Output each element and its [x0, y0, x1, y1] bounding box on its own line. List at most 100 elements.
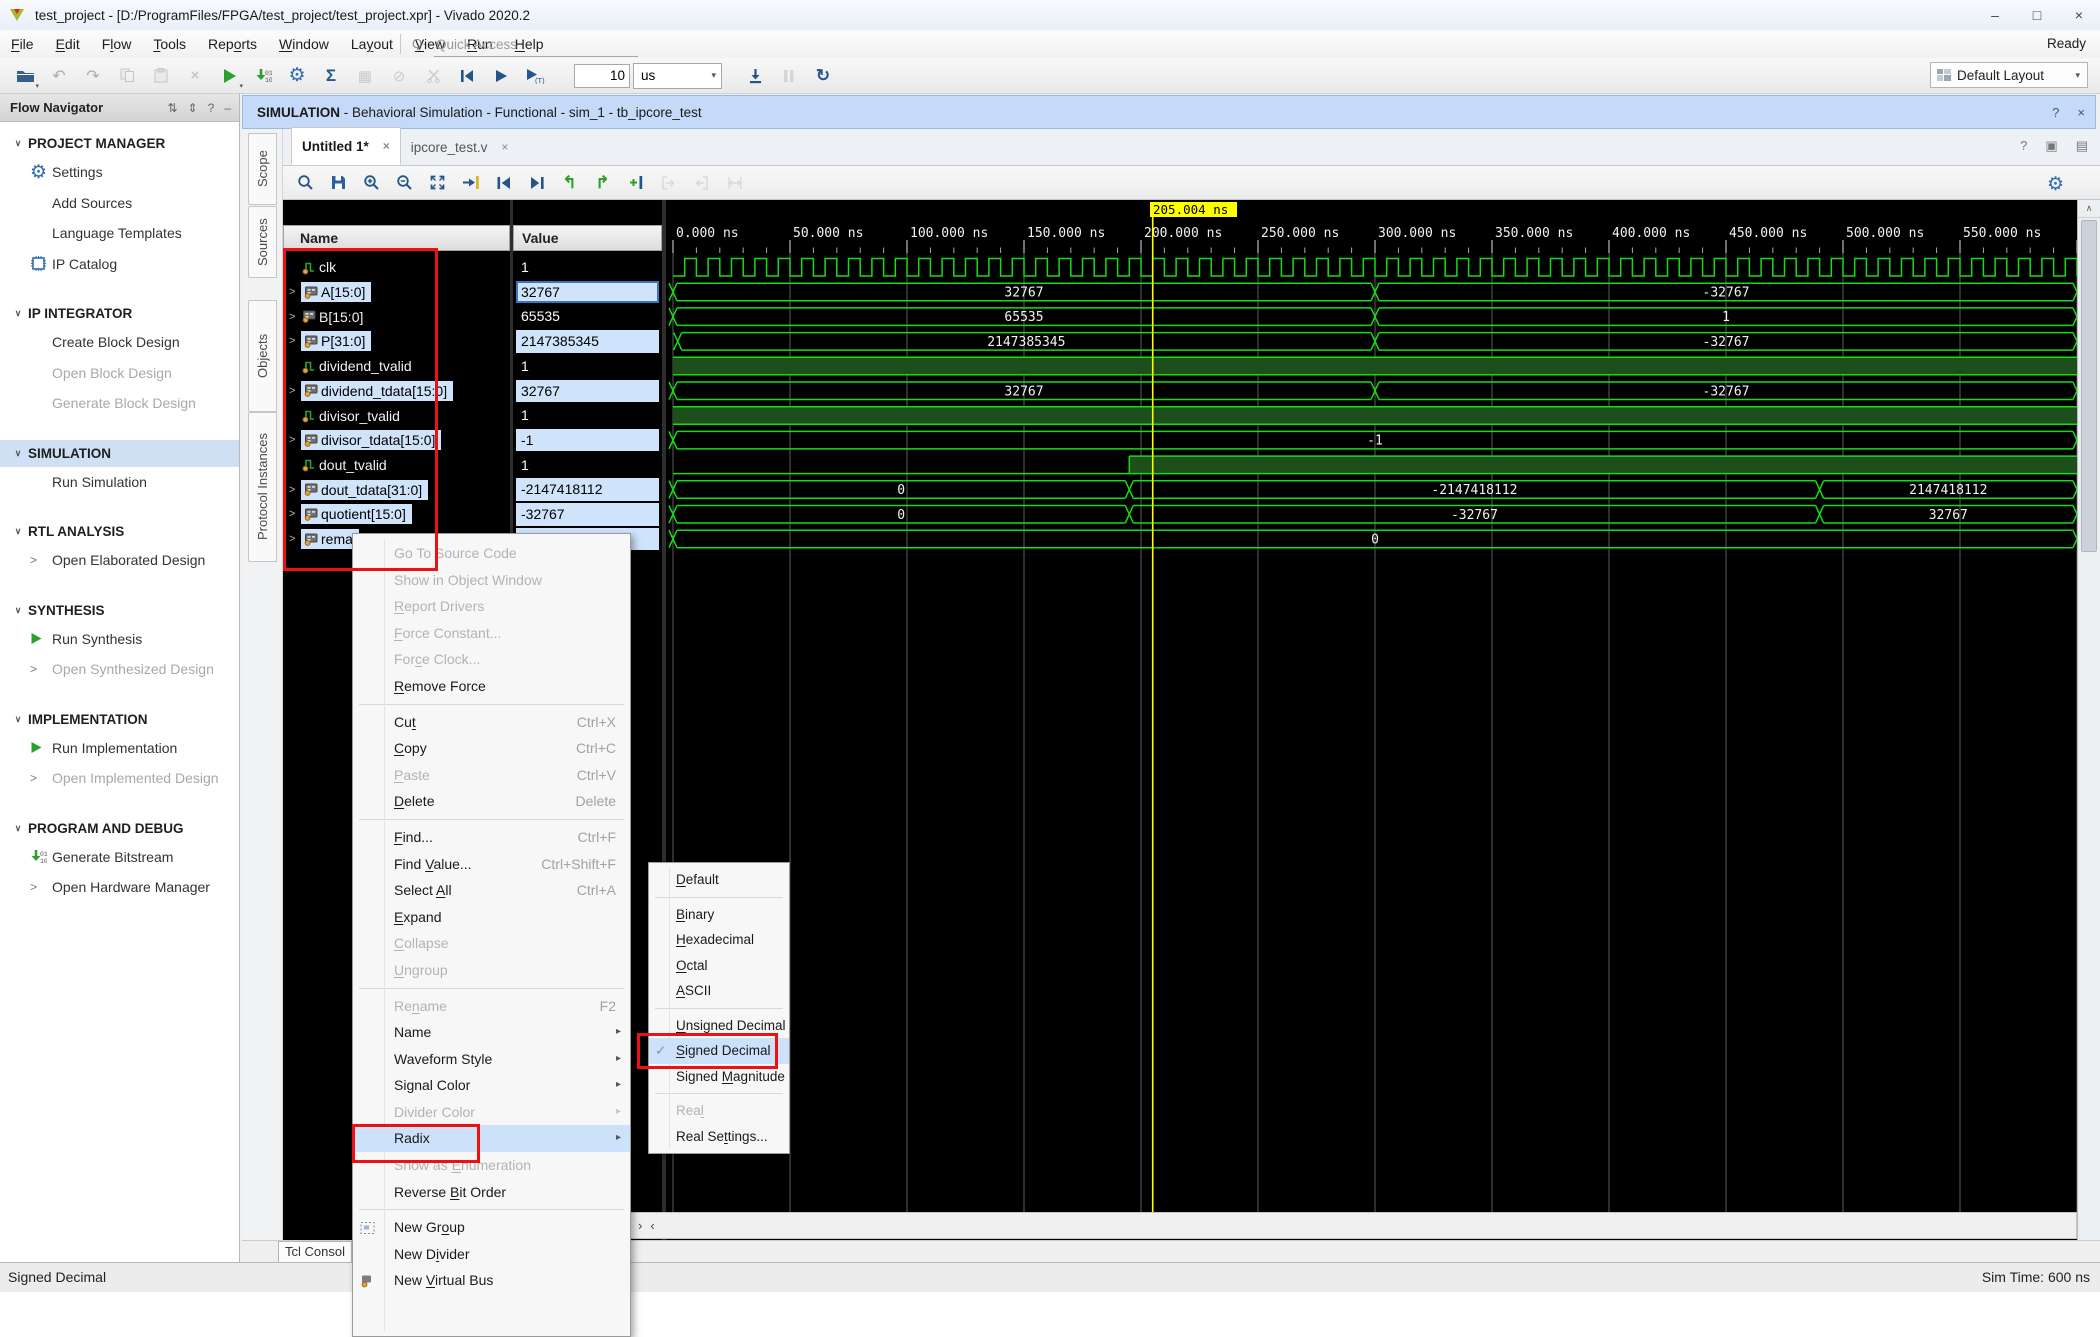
- redo-button[interactable]: ↷: [76, 61, 110, 91]
- signal-row-P-31-0-[interactable]: >P[31:0]: [283, 329, 510, 354]
- menu-item-copy[interactable]: CopyCtrl+C: [353, 735, 630, 762]
- signal-row-dout-tvalid[interactable]: dout_tvalid: [283, 453, 510, 478]
- flow-item-open-implemented-design[interactable]: >Open Implemented Design: [0, 763, 239, 794]
- flow-item-run-implementation[interactable]: Run Implementation: [0, 733, 239, 764]
- menu-item-show-as-enumeration[interactable]: Show as Enumeration: [353, 1152, 630, 1179]
- maximize-icon[interactable]: □: [2016, 0, 2058, 30]
- pause-button[interactable]: [772, 61, 806, 91]
- waveform-settings-button[interactable]: ⚙: [2039, 170, 2072, 198]
- menu-item-signed-magnitude[interactable]: Signed Magnitude: [649, 1064, 789, 1090]
- menu-item-real-settings-[interactable]: Real Settings...: [649, 1124, 789, 1150]
- simulation-time-input[interactable]: [574, 64, 630, 88]
- signal-row-quotient-15-0-[interactable]: >quotient[15:0]: [283, 502, 510, 527]
- flow-section-title[interactable]: ∨SYNTHESIS: [0, 597, 239, 624]
- zoom-fit-button[interactable]: [421, 169, 454, 197]
- menu-item-go-to-source-code[interactable]: Go To Source Code: [353, 540, 630, 567]
- signal-row-divisor-tdata-15-0-[interactable]: >divisor_tdata[15:0]: [283, 428, 510, 453]
- flow-item-open-synthesized-design[interactable]: >Open Synthesized Design: [0, 654, 239, 685]
- chevron-right-icon[interactable]: >: [30, 880, 37, 894]
- menu-item-select-all[interactable]: Select AllCtrl+A: [353, 877, 630, 904]
- menu-item-reverse-bit-order[interactable]: Reverse Bit Order: [353, 1179, 630, 1206]
- close-icon[interactable]: ×: [2058, 0, 2100, 30]
- span-markers-button[interactable]: [718, 169, 751, 197]
- expand-chevron-icon[interactable]: >: [289, 484, 301, 496]
- expand-toggle-icon[interactable]: ⇕: [188, 101, 198, 115]
- zoom-out-button[interactable]: [388, 169, 421, 197]
- restart-simulation-button[interactable]: [450, 61, 484, 91]
- side-tab-protocol-instances[interactable]: Protocol Instances: [248, 412, 277, 562]
- flow-section-title[interactable]: ∨PROGRAM AND DEBUG: [0, 815, 239, 842]
- menu-item-expand[interactable]: Expand: [353, 904, 630, 931]
- report-button[interactable]: Σ: [314, 61, 348, 91]
- menu-item-find-[interactable]: Find...Ctrl+F: [353, 824, 630, 851]
- close-icon[interactable]: ×: [501, 140, 508, 154]
- menu-reports[interactable]: Reports: [197, 30, 268, 58]
- menu-item-cut[interactable]: CutCtrl+X: [353, 709, 630, 736]
- menu-item-find-value-[interactable]: Find Value...Ctrl+Shift+F: [353, 851, 630, 878]
- flow-item-ip-catalog[interactable]: IP Catalog: [0, 249, 239, 280]
- menu-item-signal-color[interactable]: Signal Color▸: [353, 1072, 630, 1099]
- generate-bitstream-button[interactable]: 0110: [246, 61, 280, 91]
- signal-value-cell[interactable]: 1: [516, 404, 659, 427]
- flow-item-generate-bitstream[interactable]: 0110Generate Bitstream: [0, 842, 239, 873]
- side-tab-scope[interactable]: Scope: [248, 133, 277, 205]
- flow-item-run-simulation[interactable]: Run Simulation: [0, 467, 239, 498]
- run-button[interactable]: ▾: [212, 61, 246, 91]
- scroll-right-icon[interactable]: ›: [638, 1218, 642, 1233]
- signal-row-dout-tdata-31-0-[interactable]: >dout_tdata[31:0]: [283, 477, 510, 502]
- menu-item-collapse[interactable]: Collapse: [353, 930, 630, 957]
- menu-item-ungroup[interactable]: Ungroup: [353, 957, 630, 984]
- menu-item-remove-force[interactable]: Remove Force: [353, 673, 630, 700]
- scrollbar-thumb[interactable]: [2081, 220, 2097, 552]
- flow-item-create-block-design[interactable]: Create Block Design: [0, 327, 239, 358]
- menu-layout[interactable]: Layout: [340, 30, 404, 58]
- close-icon[interactable]: ×: [383, 139, 390, 153]
- flow-item-generate-block-design[interactable]: Generate Block Design: [0, 388, 239, 419]
- scroll-left-icon[interactable]: ‹: [650, 1218, 654, 1233]
- help-icon[interactable]: ?: [2052, 105, 2059, 120]
- menu-item-force-clock-[interactable]: Force Clock...: [353, 646, 630, 673]
- signal-value-cell[interactable]: 1: [516, 256, 659, 279]
- menu-item-name[interactable]: Name▸: [353, 1019, 630, 1046]
- signal-value-cell[interactable]: 65535: [516, 305, 659, 328]
- signal-value-cell[interactable]: -1: [516, 429, 659, 452]
- menu-edit[interactable]: Edit: [45, 30, 91, 58]
- menu-item-radix[interactable]: Radix▸: [353, 1125, 630, 1152]
- close-icon[interactable]: ×: [2077, 105, 2085, 120]
- scroll-up-icon[interactable]: ∧: [2078, 200, 2100, 218]
- delete-button[interactable]: ×: [178, 61, 212, 91]
- undo-button[interactable]: ↶: [42, 61, 76, 91]
- chevron-right-icon[interactable]: >: [30, 771, 37, 785]
- waveform-canvas[interactable]: 0.000 ns50.000 ns100.000 ns150.000 ns200…: [666, 200, 2077, 1212]
- menu-item-force-constant-[interactable]: Force Constant...: [353, 620, 630, 647]
- menu-item-new-group[interactable]: New Group: [353, 1214, 630, 1241]
- flow-item-settings[interactable]: ⚙Settings: [0, 157, 239, 188]
- paste-button[interactable]: [144, 61, 178, 91]
- expand-chevron-icon[interactable]: >: [289, 508, 301, 520]
- flow-section-title[interactable]: ∨PROJECT MANAGER: [0, 130, 239, 157]
- menu-item-hexadecimal[interactable]: Hexadecimal: [649, 927, 789, 953]
- flow-section-title[interactable]: ∨SIMULATION: [0, 440, 239, 467]
- menu-item-waveform-style[interactable]: Waveform Style▸: [353, 1046, 630, 1073]
- add-marker-button[interactable]: [619, 169, 652, 197]
- column-header-name[interactable]: Name: [283, 225, 510, 251]
- flow-section-title[interactable]: ∨IMPLEMENTATION: [0, 706, 239, 733]
- zoom-in-button[interactable]: [355, 169, 388, 197]
- relaunch-simulation-button[interactable]: ↻: [806, 61, 840, 91]
- vertical-scrollbar[interactable]: ∧: [2077, 200, 2100, 1240]
- synthesis-button[interactable]: ▦: [348, 61, 382, 91]
- collapse-all-icon[interactable]: ⇅: [168, 101, 178, 115]
- minimize-panel-icon[interactable]: –: [224, 101, 231, 115]
- signal-value-cell[interactable]: 1: [516, 454, 659, 477]
- expand-chevron-icon[interactable]: >: [289, 434, 301, 446]
- expand-chevron-icon[interactable]: >: [289, 311, 301, 323]
- menu-item-delete[interactable]: DeleteDelete: [353, 788, 630, 815]
- settings-button[interactable]: ⚙: [280, 61, 314, 91]
- signal-row-dividend-tdata-15-0-[interactable]: >dividend_tdata[15:0]: [283, 379, 510, 404]
- float-panel-icon[interactable]: ▣: [2045, 138, 2057, 154]
- save-waveform-button[interactable]: [322, 169, 355, 197]
- chevron-right-icon[interactable]: >: [30, 553, 37, 567]
- flow-item-run-synthesis[interactable]: Run Synthesis: [0, 624, 239, 655]
- help-icon[interactable]: ?: [2020, 138, 2027, 154]
- signal-row-divisor-tvalid[interactable]: divisor_tvalid: [283, 403, 510, 428]
